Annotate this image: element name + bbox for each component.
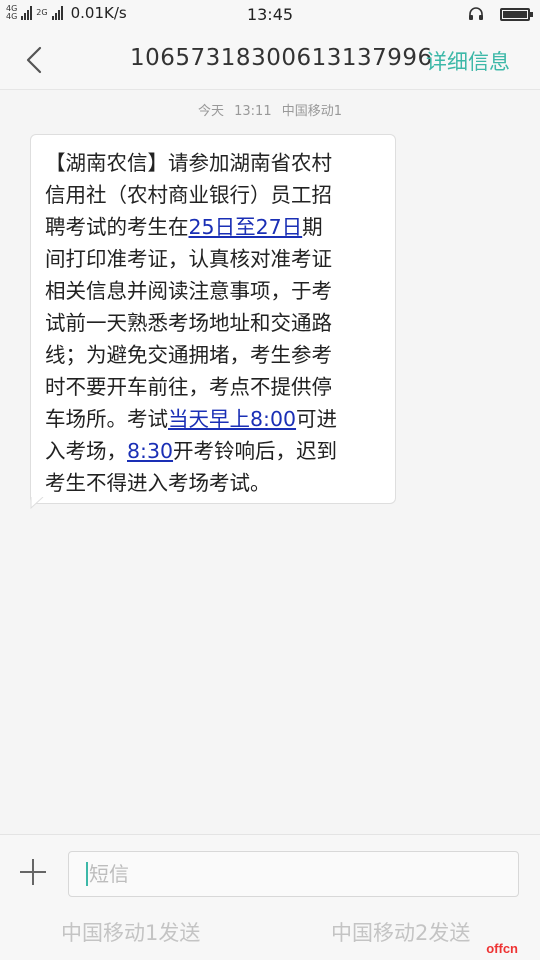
status-right xyxy=(468,6,533,22)
time-link-morning[interactable]: 当天早上8:00 xyxy=(168,407,296,431)
sender-number: 10657318300613137996 xyxy=(130,45,433,71)
app-header: 10657318300613137996 详细信息 xyxy=(0,30,540,90)
date-link[interactable]: 25日至27日 xyxy=(189,215,303,239)
text-cursor xyxy=(86,862,88,886)
battery-icon xyxy=(500,7,533,21)
message-timestamp: 今天 13:11 中国移动1 xyxy=(0,100,540,119)
send-sim1-button[interactable]: 中国移动1发送 xyxy=(61,917,200,947)
detail-info-button[interactable]: 详细信息 xyxy=(426,46,510,76)
battery-fill xyxy=(503,10,527,18)
timestamp-carrier: 中国移动1 xyxy=(281,104,343,119)
watermark-logo: offcn xyxy=(486,941,518,956)
timestamp-time: 13:11 xyxy=(234,104,272,119)
status-bar: 4G 4G 2G 0.01K/s 13:45 xyxy=(0,0,540,30)
timestamp-day: 今天 xyxy=(197,104,224,119)
chevron-left-icon[interactable] xyxy=(18,40,54,80)
headset-icon xyxy=(469,7,483,20)
status-time: 13:45 xyxy=(246,5,294,24)
composer-bar: 中国移动1发送 中国移动2发送 offcn xyxy=(0,834,540,960)
plus-icon[interactable] xyxy=(18,857,48,887)
time-link-830[interactable]: 8:30 xyxy=(127,439,173,463)
send-sim2-button[interactable]: 中国移动2发送 xyxy=(331,917,470,947)
bubble-tail xyxy=(30,497,44,509)
message-part-2: 期 间打印准考证，认真核对准考证 相关信息并阅读注意事项，于考 试前一天熟悉考场… xyxy=(45,215,332,431)
message-input[interactable] xyxy=(68,851,519,897)
message-text: 【湖南农信】请参加湖南省农村 信用社（农村商业银行）员工招 聘考试的考生在25日… xyxy=(45,147,381,499)
message-bubble[interactable]: 【湖南农信】请参加湖南省农村 信用社（农村商业银行）员工招 聘考试的考生在25日… xyxy=(30,134,396,504)
